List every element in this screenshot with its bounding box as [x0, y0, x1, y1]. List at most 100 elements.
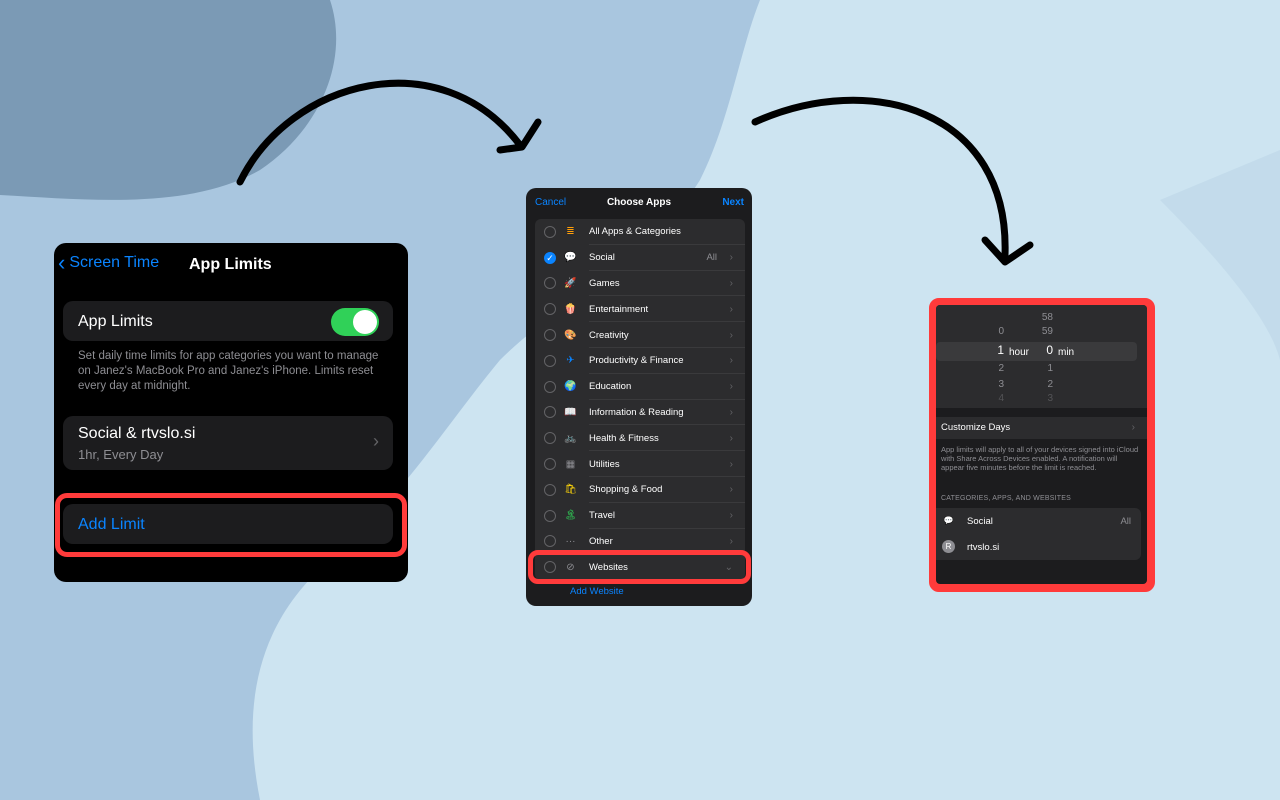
chevron-right-icon: › — [729, 484, 733, 496]
description-text: Set daily time limits for app categories… — [78, 350, 379, 392]
limit-row[interactable]: Social & rtvslo.si 1hr, Every Day › — [63, 416, 393, 470]
rocket-icon: 🚀 — [564, 277, 577, 289]
category-row[interactable]: 📖 Information & Reading › — [535, 400, 745, 426]
radio-circle-icon[interactable] — [544, 380, 556, 393]
time-limit-screen: 0 1 2 3 4 58 59 0 1 2 3 hour min Customize Days › Ap… — [936, 305, 1147, 584]
highlight-websites — [528, 550, 751, 584]
radio-circle-icon[interactable] — [544, 406, 556, 419]
chevron-right-icon: › — [729, 303, 733, 315]
category-label: Creativity — [589, 329, 629, 341]
calculator-icon: ▦ — [565, 458, 576, 470]
choose-apps-header: Cancel Choose Apps Next — [526, 188, 752, 216]
category-row[interactable]: 🛍 Shopping & Food › — [535, 477, 745, 503]
category-label: Information & Reading — [589, 406, 684, 418]
radio-circle-icon[interactable] — [544, 303, 556, 316]
add-website-button[interactable]: Add Website — [570, 586, 624, 597]
category-label: Games — [589, 277, 620, 289]
limit-detail: 1hr, Every Day — [78, 447, 164, 462]
page-title: App Limits — [189, 256, 272, 273]
radio-circle-icon[interactable] — [544, 432, 556, 445]
selected-items-list: 💬 Social All Rrtvslo.si — [936, 508, 1141, 560]
bike-icon: 🚲 — [564, 432, 577, 444]
category-label: Productivity & Finance — [589, 355, 684, 367]
shopping-icon: 🛍 — [564, 484, 577, 496]
selected-item-all: All — [1120, 516, 1131, 527]
radio-circle-icon[interactable] — [544, 329, 556, 342]
category-row[interactable]: 🎨 Creativity › — [535, 322, 745, 348]
app-limits-toggle[interactable] — [331, 308, 379, 336]
radio-circle-icon[interactable] — [544, 535, 556, 548]
chevron-right-icon: › — [729, 510, 733, 522]
radio-circle-icon[interactable] — [544, 483, 556, 496]
category-label: Shopping & Food — [589, 484, 663, 496]
hour-value[interactable]: 3 — [974, 379, 1004, 390]
category-list: ≣ All Apps & Categories ✓ 💬 Social All › 🚀 Games… — [535, 219, 745, 581]
minute-value[interactable]: 3 — [1023, 393, 1053, 404]
category-row[interactable]: 🚲 Health & Fitness › — [535, 425, 745, 452]
hour-value[interactable]: 2 — [974, 363, 1004, 374]
radio-circle-icon[interactable] — [544, 458, 556, 471]
category-row[interactable]: 🚀 Games › — [535, 271, 745, 297]
chevron-right-icon: › — [729, 406, 733, 418]
category-row[interactable]: 🌍 Education › — [535, 374, 745, 400]
hour-value[interactable]: 1 — [974, 343, 1004, 357]
category-label: Utilities — [589, 458, 620, 470]
category-row[interactable]: ✈ Productivity & Finance › — [535, 348, 745, 374]
category-all: All — [706, 252, 717, 264]
app-limits-toggle-row: App Limits — [63, 301, 393, 341]
chevron-right-icon: › — [373, 431, 379, 451]
minute-value[interactable]: 1 — [1023, 363, 1053, 374]
minute-value[interactable]: 58 — [1023, 312, 1053, 323]
category-label: Health & Fitness — [589, 432, 659, 444]
palette-icon: 🎨 — [564, 329, 577, 341]
radio-circle-icon[interactable] — [544, 509, 556, 522]
time-picker[interactable]: 0 1 2 3 4 58 59 0 1 2 3 hour min — [936, 305, 1147, 408]
radio-circle-icon[interactable] — [544, 277, 556, 290]
radio-circle-icon[interactable] — [544, 225, 556, 238]
category-row[interactable]: ✓ 💬 Social All › — [535, 245, 745, 271]
minute-value[interactable]: 2 — [1023, 379, 1053, 390]
stack-icon: ≣ — [566, 226, 575, 238]
social-icon: 💬 — [943, 516, 954, 525]
category-row[interactable]: ▦ Utilities › — [535, 451, 745, 477]
paperplane-icon: ✈ — [566, 355, 575, 367]
hour-value[interactable]: 0 — [974, 326, 1004, 337]
hour-unit: hour — [1009, 347, 1030, 358]
next-button[interactable]: Next — [722, 197, 744, 208]
selected-item-row[interactable]: Rrtvslo.si — [936, 534, 1141, 560]
category-row[interactable]: ≣ All Apps & Categories — [535, 219, 745, 245]
chevron-right-icon: › — [729, 277, 733, 289]
selected-item-label: Social — [967, 516, 993, 527]
back-label: Screen Time — [69, 254, 160, 271]
choose-apps-title: Choose Apps — [606, 197, 672, 208]
chevron-right-icon: › — [729, 535, 733, 547]
category-row[interactable]: 🏝 Travel › — [535, 503, 745, 529]
limit-name: Social & rtvslo.si — [78, 425, 196, 442]
back-button[interactable]: ‹ Screen Time — [58, 252, 160, 274]
chevron-right-icon: › — [729, 355, 733, 367]
category-row[interactable]: 🍿 Entertainment › — [535, 296, 745, 323]
category-label: Entertainment — [589, 303, 649, 315]
chevron-right-icon: › — [729, 432, 733, 444]
checkmark-icon[interactable]: ✓ — [544, 251, 556, 264]
minute-value[interactable]: 59 — [1023, 326, 1053, 337]
radio-circle-icon[interactable] — [544, 354, 556, 367]
category-label: All Apps & Categories — [589, 226, 681, 238]
globe-icon: 🌍 — [564, 381, 577, 393]
highlight-add-limit — [55, 493, 407, 557]
section-header: CATEGORIES, APPS, AND WEBSITES — [941, 495, 1071, 502]
chevron-right-icon: › — [729, 252, 733, 264]
hour-value[interactable]: 4 — [974, 393, 1004, 404]
minute-unit: min — [1058, 347, 1075, 358]
social-icon: 💬 — [564, 252, 577, 264]
beach-icon: 🏝 — [564, 510, 577, 522]
selected-item-row[interactable]: 💬 Social All — [936, 508, 1141, 534]
chevron-right-icon: › — [729, 329, 733, 341]
limit-note: App limits will apply to all of your dev… — [941, 445, 1139, 472]
chevron-right-icon: › — [729, 458, 733, 470]
chevron-right-icon: › — [729, 381, 733, 393]
chevron-right-icon: › — [1131, 422, 1135, 433]
category-label: Other — [589, 535, 613, 547]
customize-days-row[interactable]: Customize Days › — [936, 417, 1147, 439]
book-icon: 📖 — [564, 406, 577, 418]
